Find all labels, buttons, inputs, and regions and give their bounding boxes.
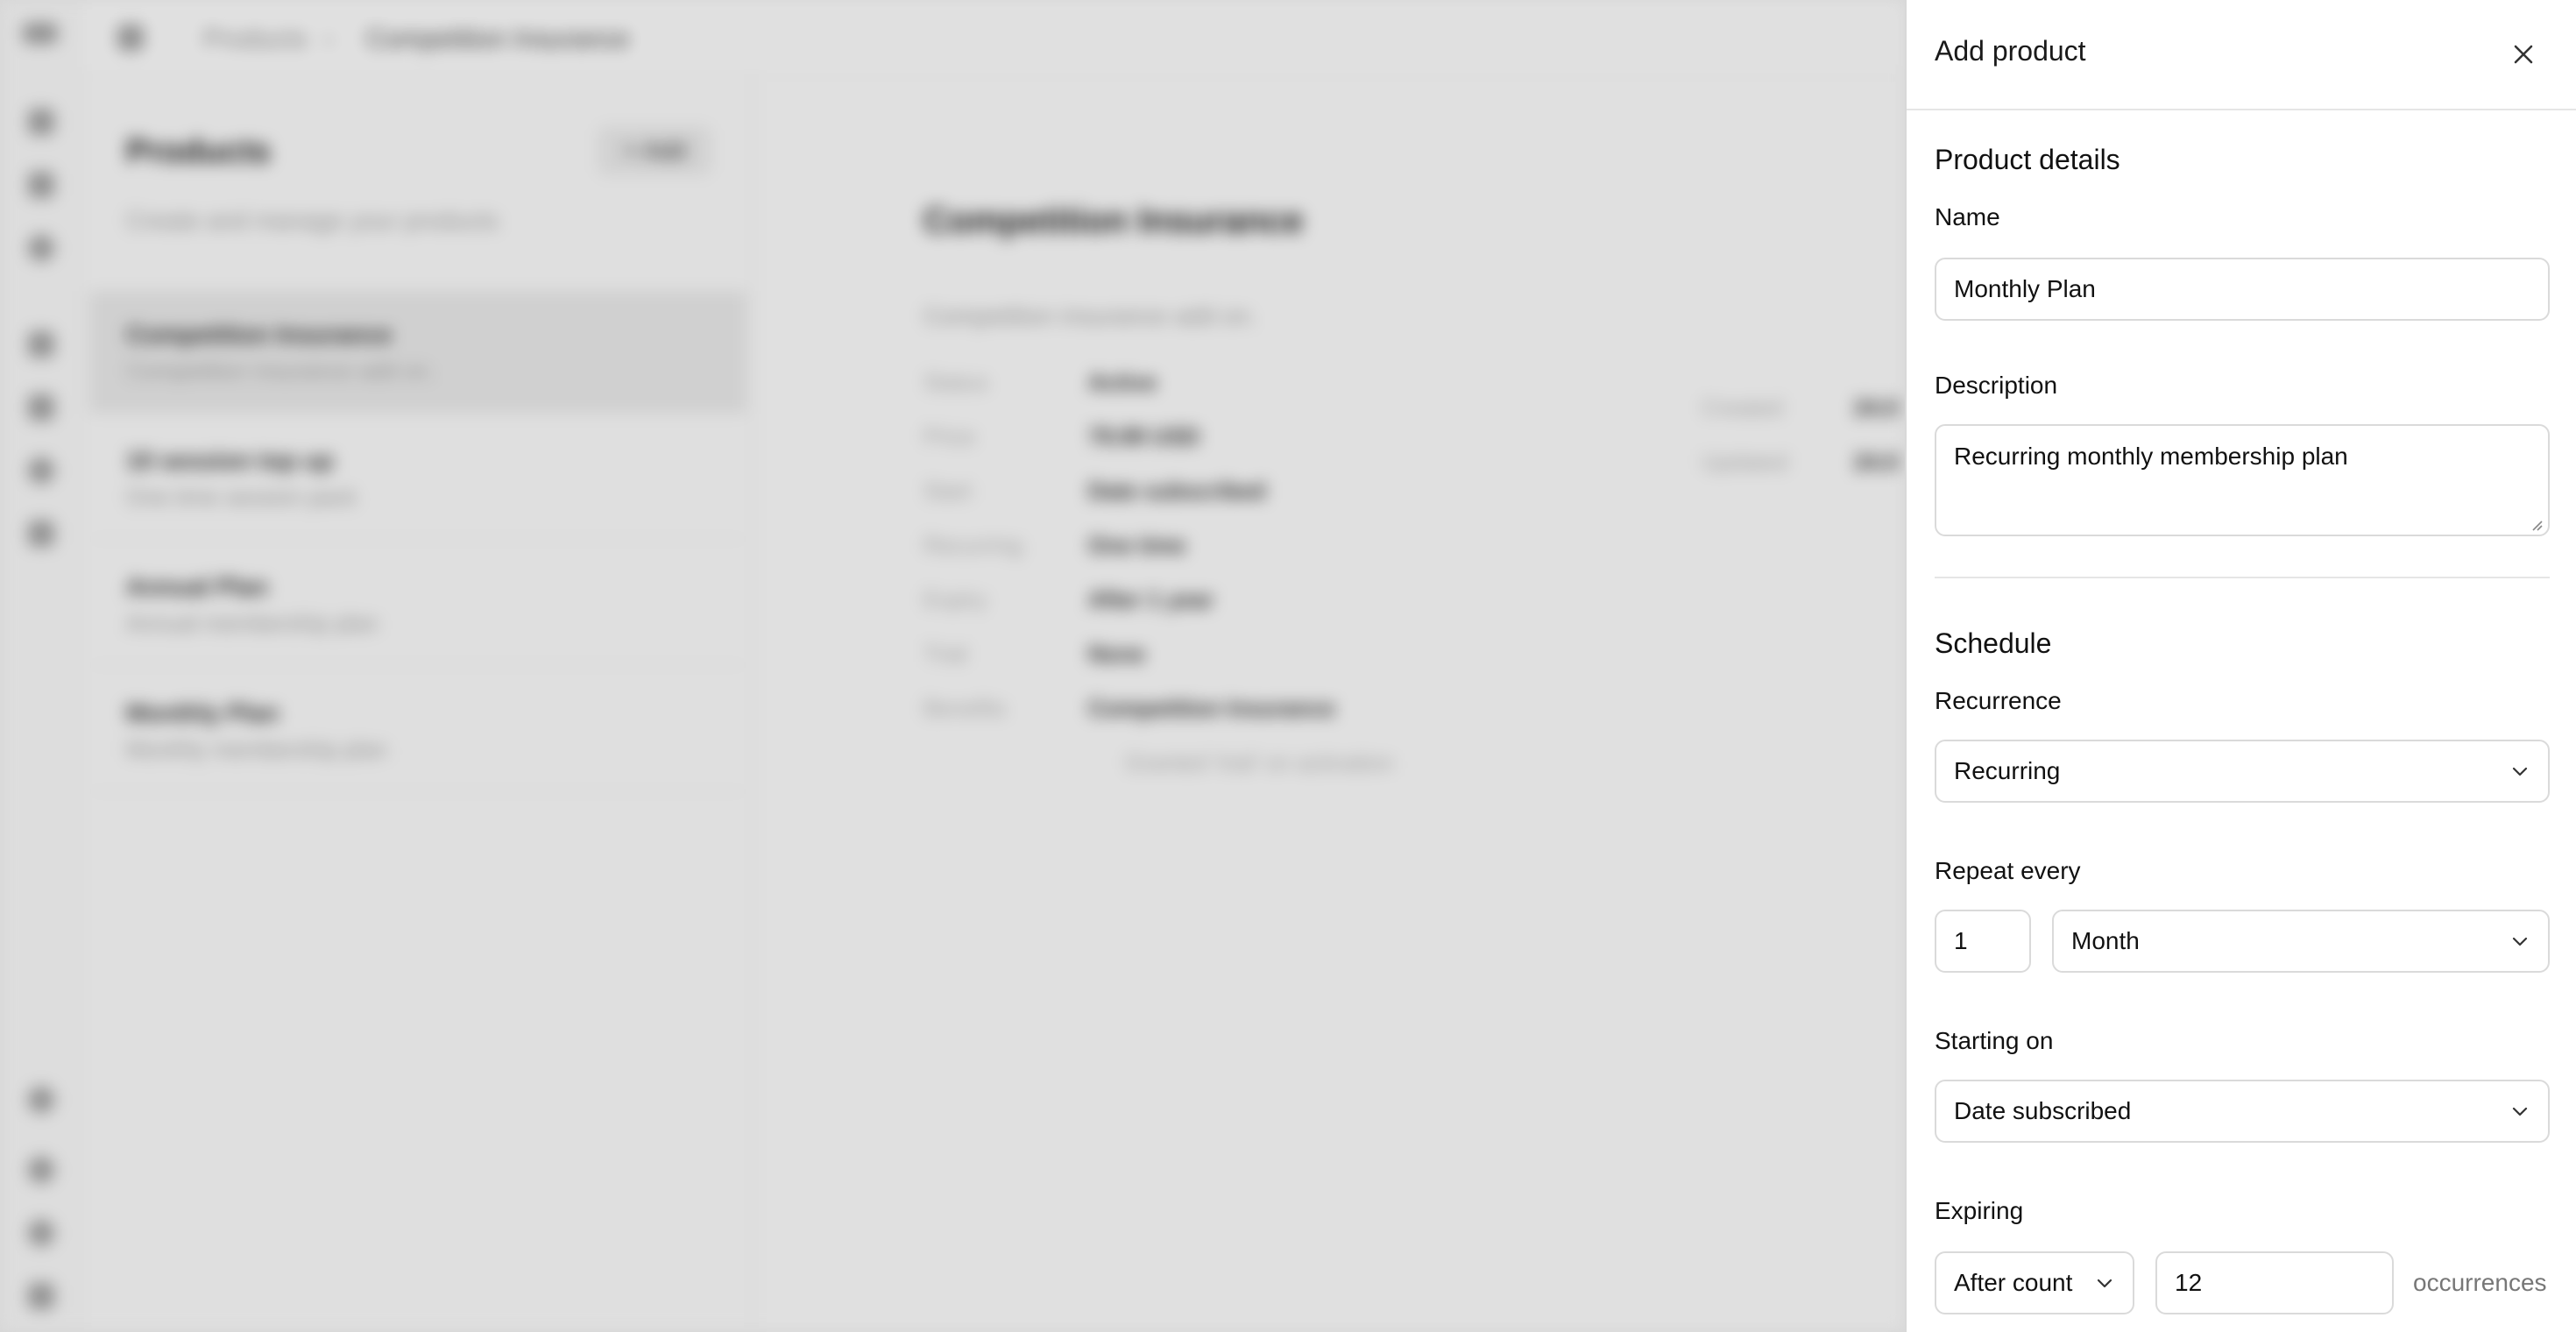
recurrence-value: Recurring bbox=[1954, 757, 2061, 784]
occurrences-suffix: occurrences bbox=[2413, 1269, 2547, 1296]
name-label: Name bbox=[1935, 203, 2000, 230]
section-divider bbox=[1935, 577, 2550, 578]
schedule-heading: Schedule bbox=[1935, 627, 2052, 659]
resize-handle-icon[interactable] bbox=[2529, 517, 2543, 531]
starting-on-value: Date subscribed bbox=[1954, 1097, 2132, 1124]
drawer-header: Add product bbox=[1907, 0, 2576, 110]
expiring-mode-select[interactable]: After count bbox=[1935, 1251, 2134, 1314]
modal-backdrop[interactable] bbox=[0, 0, 1905, 1332]
repeat-every-label: Repeat every bbox=[1935, 857, 2081, 884]
starting-on-select[interactable]: Date subscribed bbox=[1935, 1080, 2550, 1143]
chevron-down-icon bbox=[2512, 937, 2528, 946]
drawer-title: Add product bbox=[1935, 35, 2086, 67]
description-textarea[interactable]: Recurring monthly membership plan bbox=[1935, 424, 2550, 536]
recurrence-label: Recurrence bbox=[1935, 687, 2062, 714]
starting-on-label: Starting on bbox=[1935, 1027, 2054, 1054]
product-details-heading: Product details bbox=[1935, 144, 2120, 175]
expiring-label: Expiring bbox=[1935, 1197, 2024, 1224]
repeat-unit-select[interactable]: Month bbox=[2052, 910, 2550, 973]
description-label: Description bbox=[1935, 372, 2058, 399]
name-input[interactable] bbox=[1935, 258, 2550, 321]
chevron-down-icon bbox=[2097, 1279, 2112, 1288]
close-icon[interactable] bbox=[2506, 37, 2541, 72]
expiring-mode-value: After count bbox=[1954, 1269, 2073, 1296]
add-product-drawer: Add product Product details Name Descrip… bbox=[1905, 0, 2576, 1332]
repeat-unit-value: Month bbox=[2071, 927, 2140, 954]
expiring-count-input[interactable] bbox=[2155, 1251, 2394, 1314]
recurrence-select[interactable]: Recurring bbox=[1935, 740, 2550, 803]
chevron-down-icon bbox=[2512, 767, 2528, 776]
chevron-down-icon bbox=[2512, 1107, 2528, 1116]
repeat-count-input[interactable] bbox=[1935, 910, 2031, 973]
